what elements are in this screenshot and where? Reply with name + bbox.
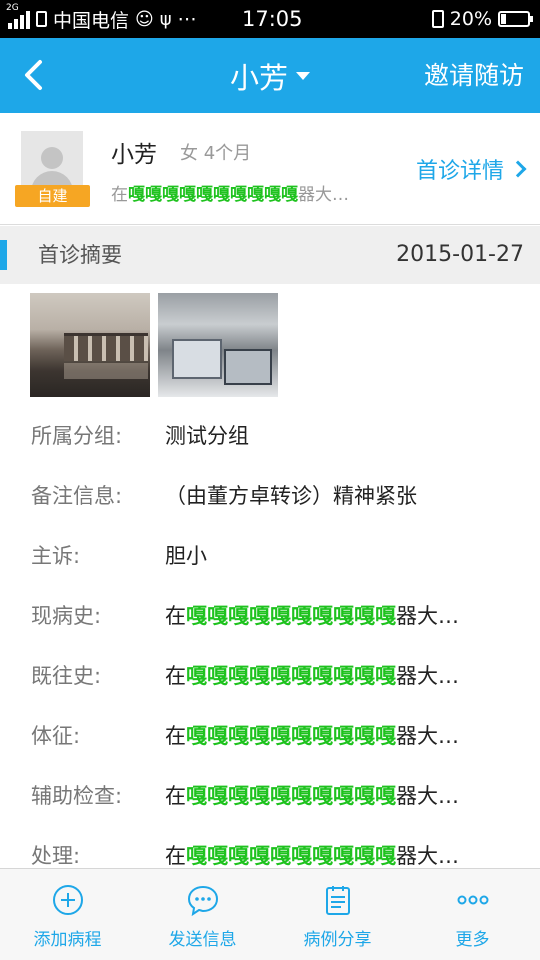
bottom-toolbar: 添加病程 发送信息 病例分享 更多 (0, 868, 540, 960)
add-course-button[interactable]: 添加病程 (0, 869, 135, 960)
value-suffix: 器大… (396, 724, 459, 748)
value-suffix: 器大… (396, 784, 459, 808)
photo-reflection-shape (64, 363, 148, 379)
field-value: 胆小 (165, 544, 207, 568)
field-value: （由董方卓转诊）精神紧张 (165, 484, 417, 508)
field-label: 体征: (31, 724, 81, 748)
photo-thumbnail-1[interactable] (30, 293, 150, 397)
clock: 17:05 (242, 7, 303, 31)
photo-object-shape (224, 349, 272, 385)
field-value: 在嘎嘎嘎嘎嘎嘎嘎嘎嘎嘎器大… (165, 596, 459, 636)
usb-icon: ψ (159, 8, 172, 30)
value-prefix: 在 (165, 664, 186, 688)
value-prefix: 在 (165, 844, 186, 868)
field-label: 辅助检查: (31, 784, 123, 808)
value-highlight: 嘎嘎嘎嘎嘎嘎嘎嘎嘎嘎 (186, 664, 396, 688)
signal-icon: 2G (6, 3, 30, 29)
carrier-name: 中国电信 (53, 9, 130, 32)
patient-name: 小芳 (111, 142, 157, 168)
value-suffix: 器大… (396, 844, 459, 868)
value-suffix: 器大… (396, 604, 459, 628)
status-bar: 2G 中国电信 ☺ ψ ⋯ 17:05 20% (0, 0, 540, 38)
section-header: 首诊摘要 2015-01-27 (0, 226, 540, 284)
battery-fill (501, 14, 506, 24)
nav-bar: 小芳 邀请随访 (0, 38, 540, 113)
section-date: 2015-01-27 (396, 242, 524, 267)
more-dots-icon (457, 895, 488, 905)
photo-object-shape (172, 339, 222, 379)
field-value: 测试分组 (165, 424, 249, 448)
value-suffix: 器大… (396, 664, 459, 688)
field-past-history: 既往史: 在嘎嘎嘎嘎嘎嘎嘎嘎嘎嘎器大… (0, 656, 540, 696)
value-highlight: 嘎嘎嘎嘎嘎嘎嘎嘎嘎嘎 (186, 724, 396, 748)
value-prefix: 在 (165, 604, 186, 628)
tab-label: 更多 (455, 930, 490, 950)
chat-bubble-icon (187, 885, 218, 917)
patient-card[interactable]: 自建 小芳 女 4个月 在嘎嘎嘎嘎嘎嘎嘎嘎嘎嘎器大… 首诊详情 (0, 113, 540, 225)
section-accent-bar (0, 240, 7, 270)
field-value: 在嘎嘎嘎嘎嘎嘎嘎嘎嘎嘎器大… (165, 776, 459, 816)
status-right: 20% (431, 0, 533, 38)
sim-icon (36, 11, 47, 27)
more-button[interactable]: 更多 (405, 869, 540, 960)
patient-description: 在嘎嘎嘎嘎嘎嘎嘎嘎嘎嘎器大… (111, 180, 349, 205)
vibrate-icon (431, 10, 444, 28)
invite-followup-button[interactable]: 邀请随访 (424, 38, 524, 113)
field-label: 所属分组: (31, 424, 123, 448)
detail-link-label: 首诊详情 (415, 159, 504, 184)
value-highlight: 嘎嘎嘎嘎嘎嘎嘎嘎嘎嘎 (186, 604, 396, 628)
status-left: 2G 中国电信 ☺ ψ ⋯ (6, 0, 197, 38)
field-label: 主诉: (31, 544, 81, 568)
field-chief-complaint: 主诉: 胆小 (0, 536, 540, 576)
send-message-button[interactable]: 发送信息 (135, 869, 270, 960)
field-label: 备注信息: (31, 484, 123, 508)
clipboard-icon (325, 886, 350, 915)
desc-suffix: 器大… (298, 185, 349, 205)
field-auxiliary-exam: 辅助检查: 在嘎嘎嘎嘎嘎嘎嘎嘎嘎嘎器大… (0, 776, 540, 816)
tab-label: 发送信息 (168, 930, 237, 950)
field-value: 在嘎嘎嘎嘎嘎嘎嘎嘎嘎嘎器大… (165, 656, 459, 696)
wifi-icon: ☺ (135, 8, 154, 30)
plus-circle-icon (52, 885, 83, 915)
network-type: 2G (6, 3, 19, 13)
patient-meta: 女 4个月 (180, 143, 252, 164)
field-group: 所属分组: 测试分组 (0, 416, 540, 456)
field-remark: 备注信息: （由董方卓转诊）精神紧张 (0, 476, 540, 516)
value-prefix: 在 (165, 724, 186, 748)
value-highlight: 嘎嘎嘎嘎嘎嘎嘎嘎嘎嘎 (186, 784, 396, 808)
field-present-illness: 现病史: 在嘎嘎嘎嘎嘎嘎嘎嘎嘎嘎器大… (0, 596, 540, 636)
photo-thumbnail-2[interactable] (158, 293, 278, 397)
avatar-head-icon (41, 147, 63, 169)
value-prefix: 在 (165, 784, 186, 808)
desc-prefix: 在 (111, 185, 128, 205)
share-case-button[interactable]: 病例分享 (270, 869, 405, 960)
tab-label: 病例分享 (303, 930, 372, 950)
chevron-right-icon (509, 160, 527, 178)
photo-bridge-shape (64, 333, 148, 361)
caret-down-icon (296, 71, 310, 80)
nav-title-text: 小芳 (229, 60, 288, 95)
tab-label: 添加病程 (33, 930, 102, 950)
field-label: 现病史: (31, 604, 102, 628)
battery-percent: 20% (449, 8, 492, 30)
field-signs: 体征: 在嘎嘎嘎嘎嘎嘎嘎嘎嘎嘎器大… (0, 716, 540, 756)
first-visit-detail-link[interactable]: 首诊详情 (415, 153, 527, 185)
self-created-badge: 自建 (15, 185, 90, 207)
field-label: 既往史: (31, 664, 102, 688)
section-title: 首诊摘要 (38, 243, 122, 267)
battery-icon (498, 11, 533, 27)
value-highlight: 嘎嘎嘎嘎嘎嘎嘎嘎嘎嘎 (186, 844, 396, 868)
desc-highlight: 嘎嘎嘎嘎嘎嘎嘎嘎嘎嘎 (128, 185, 298, 205)
more-notifications-icon: ⋯ (177, 8, 197, 30)
field-value: 在嘎嘎嘎嘎嘎嘎嘎嘎嘎嘎器大… (165, 716, 459, 756)
